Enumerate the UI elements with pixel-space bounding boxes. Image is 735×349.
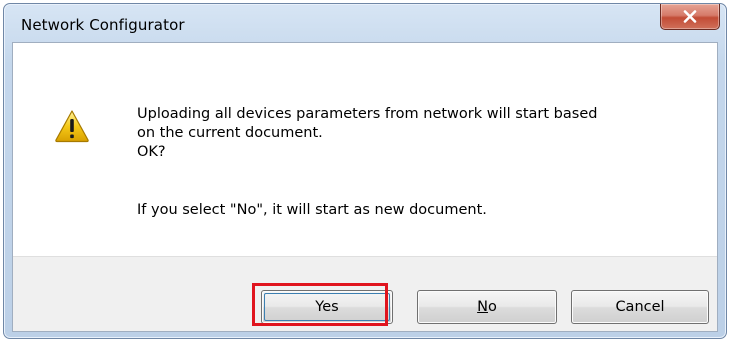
- message-line-3: OK?: [137, 144, 166, 160]
- close-button[interactable]: [660, 4, 720, 30]
- message-line-1: Uploading all devices parameters from ne…: [137, 106, 598, 122]
- no-button-label: No: [477, 299, 497, 315]
- yes-button-highlight: [252, 283, 388, 326]
- message-line-4: If you select "No", it will start as new…: [137, 202, 487, 218]
- no-label-rest: o: [487, 299, 497, 315]
- message-line-2: on the current document.: [137, 125, 323, 141]
- title-bar[interactable]: Network Configurator: [4, 4, 726, 40]
- cancel-button[interactable]: Cancel: [571, 290, 709, 324]
- cancel-button-label: Cancel: [615, 299, 665, 315]
- no-button[interactable]: No: [417, 290, 557, 324]
- window-title: Network Configurator: [21, 16, 185, 34]
- message-area: Uploading all devices parameters from ne…: [13, 43, 717, 256]
- close-icon: [683, 10, 697, 23]
- warning-icon: [55, 110, 89, 143]
- no-mnemonic: N: [477, 299, 488, 315]
